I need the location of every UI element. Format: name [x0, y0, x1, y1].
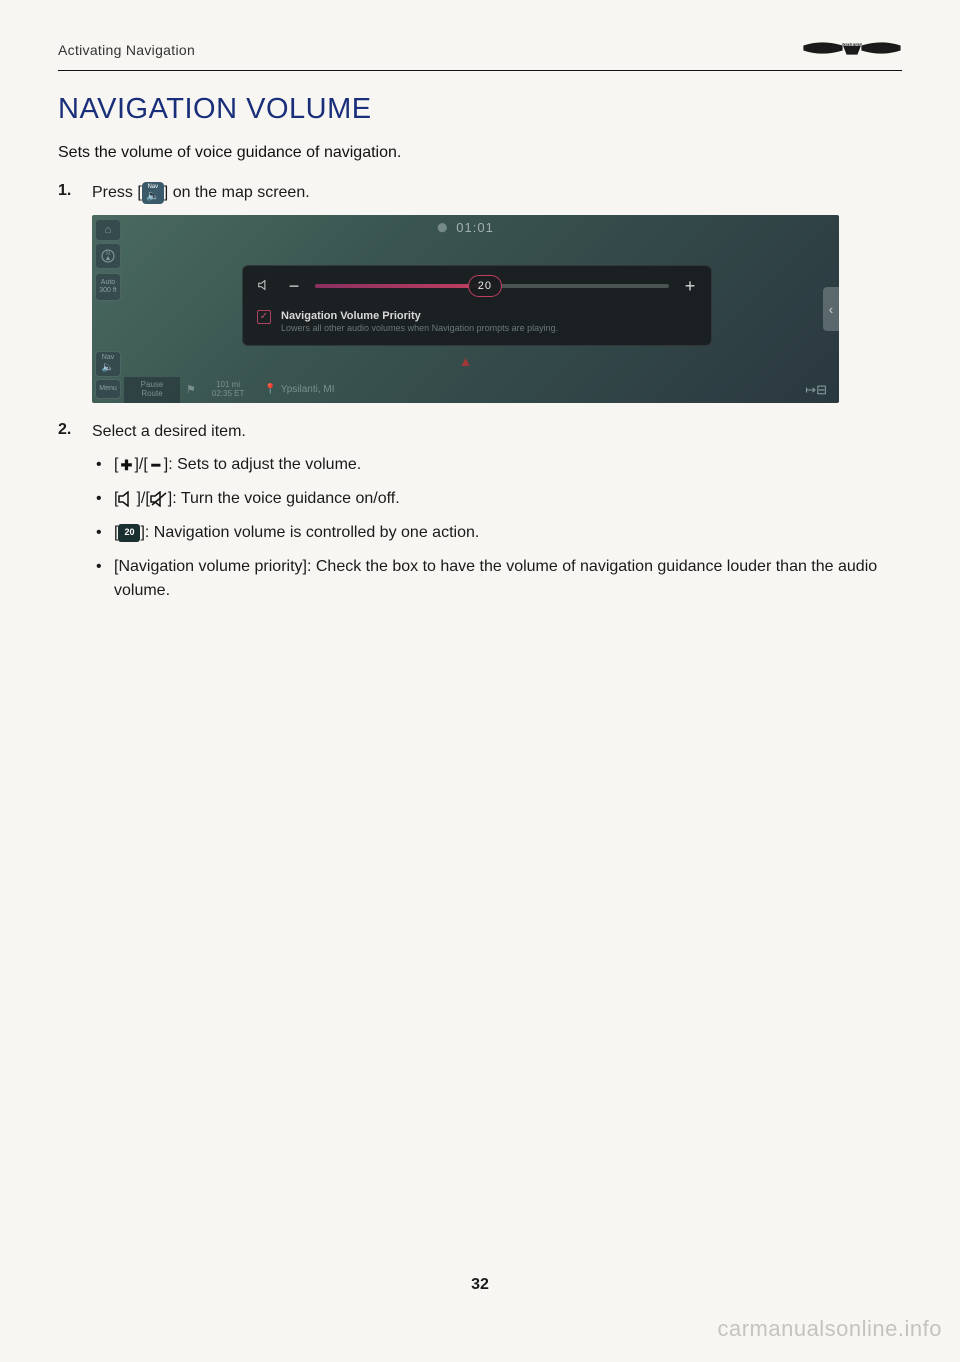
step-1: Press [Nav🔈] on the map screen. ⌂ N Auto… [58, 182, 902, 403]
ss-pause-route: Pause Route [124, 377, 180, 403]
ss-priority-title: Navigation Volume Priority [281, 309, 558, 323]
svg-text:GENESIS: GENESIS [843, 42, 861, 47]
speaker-on-icon [118, 491, 136, 507]
intro-text: Sets the volume of voice guidance of nav… [58, 144, 902, 162]
speaker-off-icon [150, 491, 168, 507]
bullet-20-badge: [20]: Navigation volume is controlled by… [92, 521, 902, 545]
ss-volume-popup: − 20 + ✓ Navigation Volume Priority Lowe… [242, 265, 712, 346]
ss-compass-icon: N [95, 243, 121, 269]
volume-20-badge-icon: 20 [118, 524, 140, 542]
step1-pre: Press [ [92, 184, 142, 201]
ss-chevron-left-icon: ‹ [823, 287, 839, 331]
bullet-plus-minus: [✚]/[━]: Sets to adjust the volume. [92, 453, 902, 477]
ss-distance-time: 101 mi 02:35 ET [202, 381, 254, 399]
plus-icon: ✚ [118, 457, 134, 473]
ss-nav-speaker: Nav 🔈 [95, 351, 121, 377]
ss-traffic-icon: ⬤ [437, 222, 448, 233]
nav-speaker-icon: Nav🔈 [142, 182, 164, 204]
svg-text:N: N [106, 251, 110, 257]
ss-pin-icon: 📍 [264, 384, 276, 395]
ss-exit-icon: ↦⊟ [793, 382, 839, 398]
section-label: Activating Navigation [58, 42, 195, 58]
step1-post: ] on the map screen. [164, 184, 310, 201]
ss-auto-scale: Auto 300 ft [95, 273, 121, 301]
ss-plus-icon: + [683, 276, 697, 297]
genesis-logo-icon: GENESIS [802, 36, 902, 64]
ss-menu-button: Menu [95, 379, 121, 399]
page-number: 32 [0, 1276, 960, 1294]
page-title: NAVIGATION VOLUME [58, 93, 902, 126]
screenshot-illustration: ⌂ N Auto 300 ft Nav 🔈 Menu [92, 215, 839, 403]
watermark: carmanualsonline.info [717, 1316, 942, 1342]
ss-current-position-icon: ▲ [459, 353, 473, 369]
ss-city-label: 📍 Ypsilanti, MI [254, 384, 334, 395]
ss-volume-slider: 20 [315, 284, 669, 288]
ss-mute-icon [257, 278, 273, 295]
bullet-priority: [Navigation volume priority]: Check the … [92, 555, 902, 603]
step2-text: Select a desired item. [92, 423, 246, 440]
ss-clock: 01:01 [456, 220, 494, 235]
ss-slider-knob: 20 [468, 275, 502, 297]
ss-checkbox-checked-icon: ✓ [257, 310, 271, 324]
step-2: Select a desired item. [✚]/[━]: Sets to … [58, 421, 902, 603]
minus-icon: ━ [148, 457, 164, 473]
ss-flag-icon: ⚑ [180, 383, 202, 396]
ss-minus-icon: − [287, 276, 301, 297]
bullet-speaker-toggle: []/[]: Turn the voice guidance on/off. [92, 487, 902, 511]
ss-priority-sub: Lowers all other audio volumes when Navi… [281, 323, 558, 335]
header-divider [58, 70, 902, 71]
